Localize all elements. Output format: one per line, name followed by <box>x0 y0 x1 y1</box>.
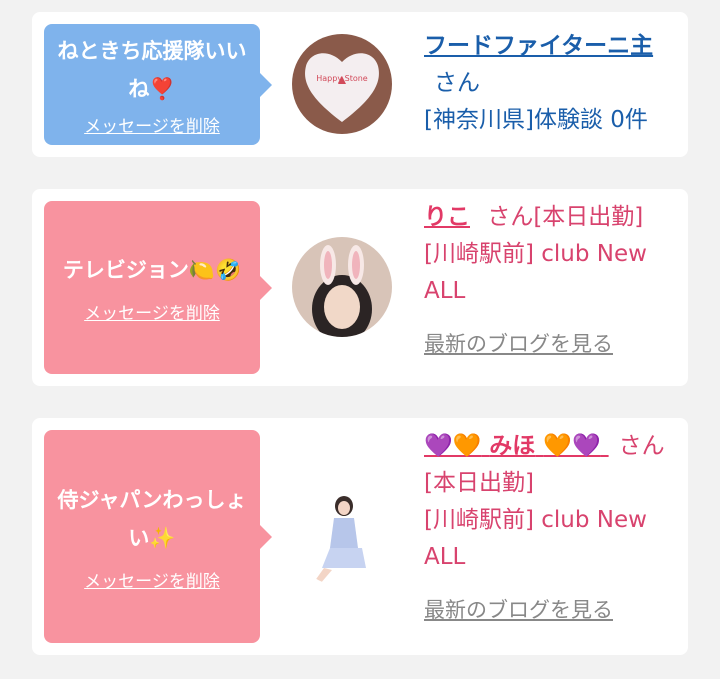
user-name-link[interactable]: 💜🧡 みほ 🧡💜 <box>424 433 609 459</box>
message-card-1: ねときち応援隊いいね❣️ メッセージを削除 Happy Stone フードファイ… <box>32 12 688 157</box>
user-info: 💜🧡 みほ 🧡💜 さん[本日出勤] [川崎駅前] club New ALL 最新… <box>424 428 674 629</box>
user-info: りこ さん[本日出勤] [川崎駅前] club New ALL 最新のブログを見… <box>424 199 674 363</box>
bunny-ears-photo <box>292 237 392 337</box>
heart-icons-right: 🧡💜 <box>543 433 601 459</box>
shop-link[interactable]: [川崎駅前] club New ALL <box>424 507 647 570</box>
message-text: 侍ジャパンわっしょい✨ <box>57 488 247 550</box>
avatar[interactable]: Happy Stone <box>292 34 392 134</box>
user-name-link[interactable]: りこ <box>424 204 470 230</box>
latest-blog-link[interactable]: 最新のブログを見る <box>424 332 613 356</box>
message-text: テレビジョン🍋🤣 <box>62 258 242 282</box>
message-bubble: ねときち応援隊いいね❣️ メッセージを削除 <box>44 24 272 145</box>
delete-message-link[interactable]: メッセージを削除 <box>84 112 220 137</box>
message-card-3: 侍ジャパンわっしょい✨ メッセージを削除 💜🧡 みほ 🧡💜 さん[本日出勤] [… <box>32 418 688 655</box>
user-name-link[interactable]: フードファイターニ主 <box>424 33 653 59</box>
user-info: フードファイターニ主 さん [神奈川県]体験談 0件 <box>424 28 674 139</box>
user-name-text: みほ <box>489 433 536 459</box>
woman-photo <box>292 486 392 586</box>
honorific: さん[本日出勤] <box>487 204 644 230</box>
heart-icons-left: 💜🧡 <box>424 433 482 459</box>
message-bubble: テレビジョン🍋🤣 メッセージを削除 <box>44 201 272 374</box>
avatar[interactable] <box>292 237 392 337</box>
user-detail[interactable]: [神奈川県]体験談 0件 <box>424 107 648 133</box>
shop-link[interactable]: [川崎駅前] club New ALL <box>424 241 647 304</box>
honorific: さん <box>434 70 480 96</box>
latest-blog-link[interactable]: 最新のブログを見る <box>424 598 613 622</box>
avatar[interactable] <box>292 486 392 586</box>
delete-message-link[interactable]: メッセージを削除 <box>84 567 220 592</box>
delete-message-link[interactable]: メッセージを削除 <box>84 299 220 324</box>
message-text: ねときち応援隊いいね❣️ <box>57 39 247 101</box>
message-bubble: 侍ジャパンわっしょい✨ メッセージを削除 <box>44 430 272 643</box>
heart-stone-image: Happy Stone <box>292 34 392 134</box>
message-card-2: テレビジョン🍋🤣 メッセージを削除 りこ さん[本日出勤] [川崎駅前] clu… <box>32 189 688 386</box>
